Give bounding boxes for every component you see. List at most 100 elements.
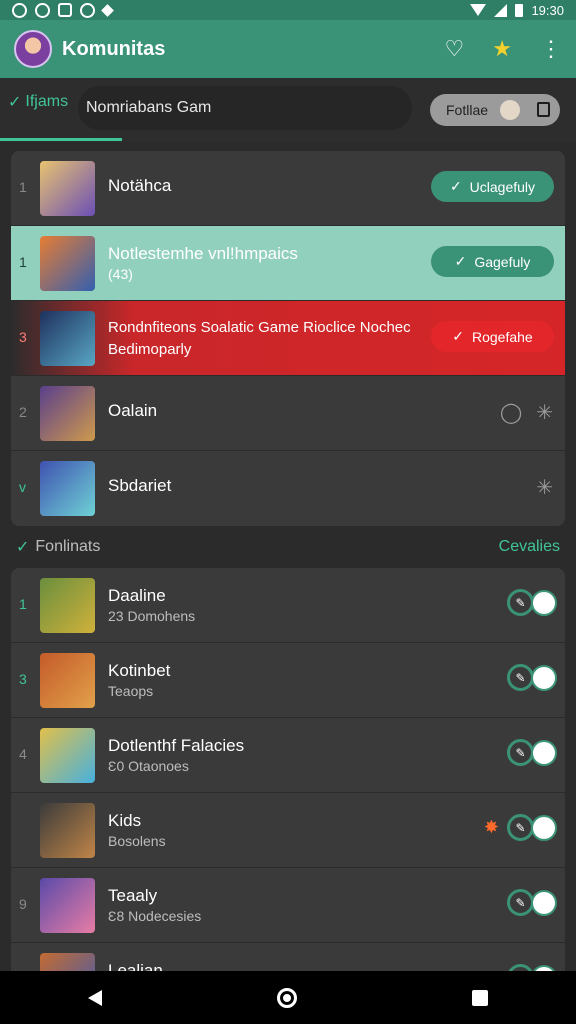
status-button[interactable]: ✓ Uclagefuly bbox=[431, 171, 554, 202]
star-icon[interactable]: ★ bbox=[492, 38, 512, 60]
check-icon: ✓ bbox=[452, 328, 464, 344]
top-game-list: 1 Notähca ✓ Uclagefuly 1 Notlestemhe vnl… bbox=[11, 151, 565, 526]
notification-icon bbox=[35, 2, 50, 18]
people-icon[interactable]: ♡ bbox=[445, 38, 465, 60]
notification-icon bbox=[80, 2, 95, 18]
rank: 3 bbox=[19, 671, 27, 687]
app-bar: Komunitas ♡ ★ ⋮ bbox=[0, 20, 576, 78]
add-icon[interactable] bbox=[531, 739, 557, 766]
recents-icon[interactable] bbox=[472, 989, 489, 1006]
game-subtitle: (43) bbox=[108, 266, 133, 282]
game-subtitle: Bedimoparly bbox=[108, 341, 192, 358]
game-title: Notähca bbox=[108, 176, 172, 195]
edit-icon[interactable]: ✎ bbox=[507, 814, 534, 841]
game-subtitle: Bosolens bbox=[108, 833, 166, 849]
game-title: Kotinbet bbox=[108, 661, 171, 680]
game-title: Oalain bbox=[108, 401, 158, 420]
home-icon[interactable] bbox=[276, 987, 297, 1008]
check-icon: ✓ bbox=[454, 253, 467, 269]
back-icon[interactable] bbox=[87, 989, 102, 1006]
game-thumbnail bbox=[40, 878, 95, 933]
notification-icon bbox=[12, 2, 27, 18]
battery-icon bbox=[515, 3, 524, 17]
rank: 2 bbox=[19, 404, 27, 420]
game-title: Dotlenthf Falacies bbox=[108, 736, 245, 755]
game-title: Lealian bbox=[108, 961, 163, 971]
sparkle-icon[interactable]: ✳ bbox=[536, 475, 553, 500]
clock: 19:30 bbox=[531, 2, 564, 18]
search-value: Nomriabans Gam bbox=[86, 99, 212, 116]
rank: v bbox=[19, 479, 26, 495]
flame-icon: ✸ bbox=[483, 817, 499, 837]
tab-indicator bbox=[0, 138, 122, 141]
list-item[interactable]: 3 Rondnfiteons Soalatic Game Rioclice No… bbox=[11, 301, 565, 376]
game-thumbnail bbox=[40, 386, 95, 441]
status-bar: 19:30 bbox=[0, 0, 576, 20]
list-item[interactable]: 1 Daaline 23 Domohens ✎ bbox=[11, 568, 565, 643]
filter-chip-label: Fotllae bbox=[446, 102, 489, 118]
list-item[interactable]: 4 Dotlenthf Falacies Ɛ0 Otaonoes ✎ bbox=[11, 718, 565, 793]
list-item[interactable]: 9 Teaaly Ɛ8 Nodecesies ✎ bbox=[11, 868, 565, 943]
game-title: Teaaly bbox=[108, 886, 158, 905]
game-thumbnail bbox=[40, 161, 95, 216]
page-title: Komunitas bbox=[62, 37, 166, 60]
rank: 4 bbox=[19, 746, 27, 762]
check-icon: ✓ bbox=[8, 94, 22, 111]
add-icon[interactable] bbox=[531, 889, 557, 916]
game-title: Daaline bbox=[108, 586, 166, 605]
circle-icon[interactable]: ◯ bbox=[500, 400, 522, 425]
game-title: Rondnfiteons Soalatic Game Rioclice Noch… bbox=[108, 319, 411, 336]
game-title: Sbdariet bbox=[108, 476, 172, 495]
edit-icon[interactable]: ✎ bbox=[507, 664, 534, 691]
rank: 3 bbox=[19, 329, 27, 345]
rank: 1 bbox=[19, 254, 27, 270]
game-thumbnail bbox=[40, 953, 95, 971]
edit-icon[interactable]: ✎ bbox=[507, 964, 534, 971]
clipboard-icon bbox=[537, 102, 550, 117]
edit-icon[interactable]: ✎ bbox=[507, 889, 534, 916]
wifi-icon bbox=[470, 4, 487, 16]
game-subtitle: Ɛ8 Nodecesies bbox=[108, 908, 202, 924]
avatar[interactable] bbox=[14, 30, 52, 68]
rank: 1 bbox=[19, 596, 27, 612]
status-label: Uclagefuly bbox=[469, 178, 536, 195]
notification-icons bbox=[12, 2, 114, 18]
status-button[interactable]: ✓ Gagefuly bbox=[431, 246, 554, 277]
see-all-link[interactable]: Cevalies bbox=[499, 538, 560, 556]
status-label: Rogefahe bbox=[472, 328, 533, 345]
game-thumbnail bbox=[40, 728, 95, 783]
list-item[interactable]: Kids Bosolens ✸ ✎ bbox=[11, 793, 565, 868]
list-item[interactable]: 1 Notlestemhe vnl!hmpaics (43) ✓ Gageful… bbox=[11, 226, 565, 301]
notification-icon bbox=[58, 2, 72, 17]
filter-chip[interactable]: Fotllae bbox=[430, 94, 560, 126]
list-item[interactable]: Lealian ✎ bbox=[11, 943, 565, 971]
game-subtitle: 23 Domohens bbox=[108, 608, 196, 624]
rank: 9 bbox=[19, 896, 27, 912]
tab-label: Ifjams bbox=[25, 93, 69, 110]
signal-icon bbox=[494, 3, 508, 17]
edit-icon[interactable]: ✎ bbox=[507, 739, 534, 766]
list-item[interactable]: 1 Notähca ✓ Uclagefuly bbox=[11, 151, 565, 226]
add-icon[interactable] bbox=[531, 589, 557, 616]
community-list: 1 Daaline 23 Domohens ✎ 3 Kotinbet Teaop… bbox=[11, 568, 565, 971]
status-label: Gagefuly bbox=[474, 253, 531, 270]
notification-icon bbox=[101, 3, 114, 17]
sparkle-icon[interactable]: ✳ bbox=[536, 400, 553, 425]
status-button[interactable]: ✓ Rogefahe bbox=[431, 321, 554, 352]
tab-games[interactable]: ✓ Ifjams bbox=[8, 92, 68, 112]
add-icon[interactable] bbox=[531, 664, 557, 691]
rank: 1 bbox=[19, 179, 27, 195]
check-icon: ✓ bbox=[449, 178, 462, 194]
list-item[interactable]: v Sbdariet ✳ bbox=[11, 451, 565, 526]
edit-icon[interactable]: ✎ bbox=[507, 589, 534, 616]
section-title: Fonlinats bbox=[35, 538, 101, 555]
list-item[interactable]: 2 Oalain ◯ ✳ bbox=[11, 376, 565, 451]
game-thumbnail bbox=[40, 461, 95, 516]
check-icon: ✓ bbox=[16, 539, 30, 556]
more-menu-icon[interactable]: ⋮ bbox=[540, 38, 562, 60]
game-title: Notlestemhe vnl!hmpaics bbox=[108, 244, 298, 263]
add-icon[interactable] bbox=[531, 814, 557, 841]
list-item[interactable]: 3 Kotinbet Teaops ✎ bbox=[11, 643, 565, 718]
search-input[interactable]: Nomriabans Gam bbox=[78, 86, 412, 130]
filter-bar: ✓ Ifjams Nomriabans Gam Fotllae bbox=[0, 78, 576, 142]
